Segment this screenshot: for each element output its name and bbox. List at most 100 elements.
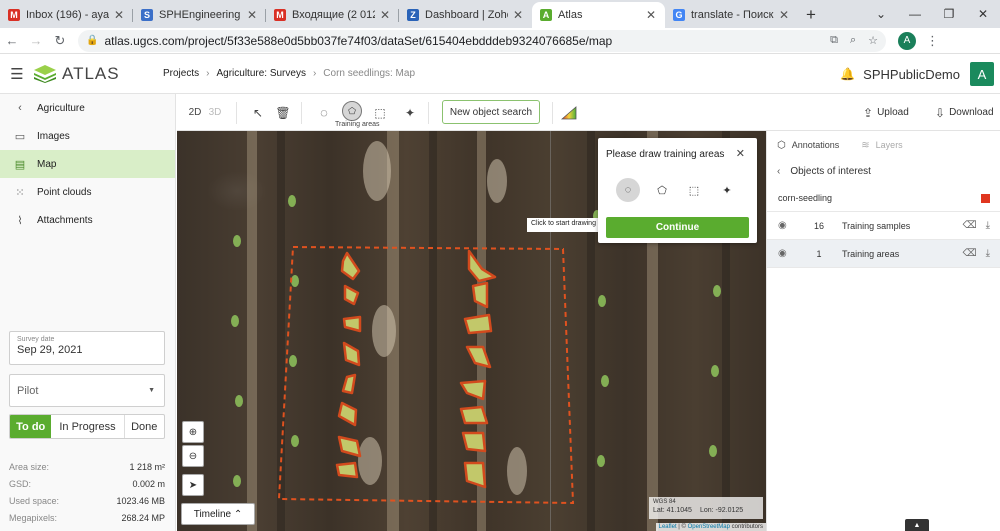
browser-menu-icon[interactable]: ⋮ — [926, 33, 939, 49]
tab-layers[interactable]: ≋ Layers — [861, 140, 902, 151]
restore-icon[interactable]: ❐ — [932, 7, 966, 21]
objects-of-interest-back[interactable]: ‹ Objects of interest — [767, 159, 1000, 184]
download-icon[interactable]: ⤓ — [986, 220, 990, 231]
browser-tab-active[interactable]: A Atlas ✕ — [532, 2, 665, 28]
bell-icon[interactable]: 🔔 — [840, 67, 855, 81]
timeline-button[interactable]: Timeline ⌃ — [181, 503, 255, 525]
tab-close-icon[interactable]: ✕ — [645, 8, 657, 22]
magic-wand-icon[interactable]: ✦ — [715, 178, 739, 202]
breadcrumb-chevron-icon: › — [206, 68, 210, 79]
url-input[interactable]: 🔒 atlas.ugcs.com/project/5f33e588e0d5bb0… — [78, 29, 886, 52]
magic-wand-icon[interactable]: ✦ — [401, 94, 419, 131]
tab-close-icon[interactable]: ✕ — [778, 8, 790, 22]
profile-dropdown-icon[interactable]: ⌄ — [864, 7, 898, 21]
atlas-logo[interactable]: ATLAS — [34, 64, 159, 84]
timeline-label: Timeline — [193, 508, 232, 520]
stat-row: Area size: 1 218 m² — [9, 461, 165, 472]
back-arrow-icon[interactable]: ← — [0, 33, 24, 48]
survey-date-field[interactable]: Survey date Sep 29, 2021 — [9, 331, 165, 365]
user-name[interactable]: SPHPublicDemo — [863, 67, 960, 82]
sidebar-item-images[interactable]: ▭ Images — [0, 122, 175, 150]
breadcrumb-project[interactable]: Agriculture: Surveys — [216, 68, 305, 79]
continue-button[interactable]: Continue — [606, 217, 749, 238]
download-icon[interactable]: ⤓ — [986, 248, 990, 259]
dropdown-caret-icon: ▼ — [148, 387, 155, 394]
tab-annotations[interactable]: ⬡ Annotations — [777, 140, 839, 151]
download-button[interactable]: ⇩ Download — [935, 94, 994, 131]
tab-close-icon[interactable]: ✕ — [246, 8, 258, 22]
chevron-left-icon: ‹ — [18, 102, 22, 114]
osm-link[interactable]: OpenStreetMap — [688, 524, 730, 530]
rectangle-tool-icon[interactable]: ⬚ — [371, 94, 389, 131]
leaflet-link[interactable]: Leaflet — [659, 524, 677, 530]
forward-arrow-icon[interactable]: → — [24, 33, 48, 48]
account-avatar[interactable]: A — [898, 31, 916, 50]
translate-icon[interactable]: ⧉ — [830, 34, 838, 47]
tab-close-icon[interactable]: ✕ — [113, 8, 125, 22]
class-name: corn-seedling — [778, 192, 833, 203]
status-to-do-button[interactable]: To do — [10, 415, 52, 438]
row-count: 16 — [813, 220, 824, 231]
sidebar-item-attachments[interactable]: ⌇ Attachments — [0, 206, 175, 234]
status-done-button[interactable]: Done — [125, 415, 164, 438]
map-attribution: Leaflet | © OpenStreetMap contributors — [655, 523, 766, 531]
zoom-out-icon[interactable]: ⊖ — [182, 445, 204, 467]
close-icon[interactable]: ✕ — [736, 147, 745, 160]
map-drawing-tooltip: Click to start drawing s — [527, 218, 606, 232]
new-tab-plus-icon[interactable]: + — [798, 2, 824, 28]
bookmark-star-icon[interactable]: ☆ — [868, 34, 878, 47]
pointer-cursor-icon[interactable]: ↖ — [249, 94, 267, 131]
pilot-select[interactable]: Pilot ▼ — [9, 374, 165, 407]
download-cloud-icon: ⇩ — [935, 105, 946, 120]
class-color-swatch[interactable] — [981, 194, 990, 203]
lasso-tool-selected-icon[interactable]: ◌ — [616, 178, 640, 202]
browser-tab[interactable]: S SPHEngineering - G ✕ — [133, 2, 266, 28]
browser-tab[interactable]: M Входящие (2 012) - ✕ — [266, 2, 399, 28]
hamburger-menu-icon[interactable]: ☰ — [0, 65, 34, 83]
sidebar-item-label: Map — [37, 158, 57, 170]
locate-arrow-icon[interactable]: ➤ — [182, 474, 204, 496]
eye-icon[interactable]: ◉ — [778, 248, 787, 259]
sidebar-item-map[interactable]: ▤ Map — [0, 150, 175, 178]
stat-row: Megapixels: 268.24 MP — [9, 512, 165, 523]
browser-tab[interactable]: Z Dashboard | Zoho I ✕ — [399, 2, 532, 28]
new-object-search-button[interactable]: New object search — [442, 100, 540, 124]
zoom-icon[interactable]: ⌕ — [850, 34, 856, 47]
sidebar-item-point-clouds[interactable]: ⁙ Point clouds — [0, 178, 175, 206]
images-icon: ▭ — [14, 130, 26, 143]
polygon-tool-selected-icon[interactable]: ⬠ — [342, 101, 362, 121]
mode-3d-button[interactable]: 3D — [207, 94, 223, 131]
breadcrumb: Projects › Agriculture: Surveys › Corn s… — [163, 68, 415, 79]
ndvi-layer-icon[interactable] — [559, 94, 579, 131]
training-samples-row[interactable]: ◉ 16 Training samples ⌫ ⤓ — [767, 212, 1000, 240]
trash-icon[interactable]: 🗑 — [274, 94, 292, 131]
polygon-tool-icon[interactable]: ⬠ — [650, 178, 674, 202]
mode-2d-button[interactable]: 2D — [187, 94, 203, 131]
minimize-icon[interactable]: — — [898, 7, 932, 21]
eye-icon[interactable]: ◉ — [778, 220, 787, 231]
tab-close-icon[interactable]: ✕ — [512, 8, 524, 22]
stat-row: Used space: 1023.46 MB — [9, 495, 165, 506]
eraser-icon[interactable]: ⌫ — [962, 220, 976, 231]
zoom-in-icon[interactable]: ⊕ — [182, 421, 204, 443]
class-row[interactable]: corn-seedling — [767, 184, 1000, 212]
rectangle-tool-icon[interactable]: ⬚ — [682, 178, 706, 202]
eraser-icon[interactable]: ⌫ — [962, 248, 976, 259]
reload-icon[interactable]: ↻ — [48, 33, 72, 49]
longitude-value: Lon: -92.0125 — [699, 507, 744, 514]
lasso-tool-icon[interactable]: ◌ — [315, 94, 333, 131]
upload-label: Upload — [877, 107, 909, 118]
breadcrumb-projects[interactable]: Projects — [163, 68, 199, 79]
upload-button[interactable]: ⇪ Upload — [863, 94, 909, 131]
draw-training-areas-panel: Please draw training areas ✕ ◌ ⬠ ⬚ ✦ Con… — [598, 138, 757, 243]
scroll-up-icon[interactable]: ▲ — [905, 519, 929, 531]
tab-close-icon[interactable]: ✕ — [379, 8, 391, 22]
training-areas-row[interactable]: ◉ 1 Training areas ⌫ ⤓ — [767, 240, 1000, 268]
sidebar-back-agriculture[interactable]: ‹ Agriculture — [0, 94, 175, 122]
browser-tab[interactable]: M Inbox (196) - ayank ✕ — [0, 2, 133, 28]
gmail-icon: M — [274, 9, 286, 21]
close-window-icon[interactable]: ✕ — [966, 7, 1000, 21]
user-avatar[interactable]: A — [970, 62, 994, 86]
status-in-progress-button[interactable]: In Progress — [51, 415, 125, 438]
browser-tab[interactable]: G translate - Поиск в ✕ — [665, 2, 798, 28]
